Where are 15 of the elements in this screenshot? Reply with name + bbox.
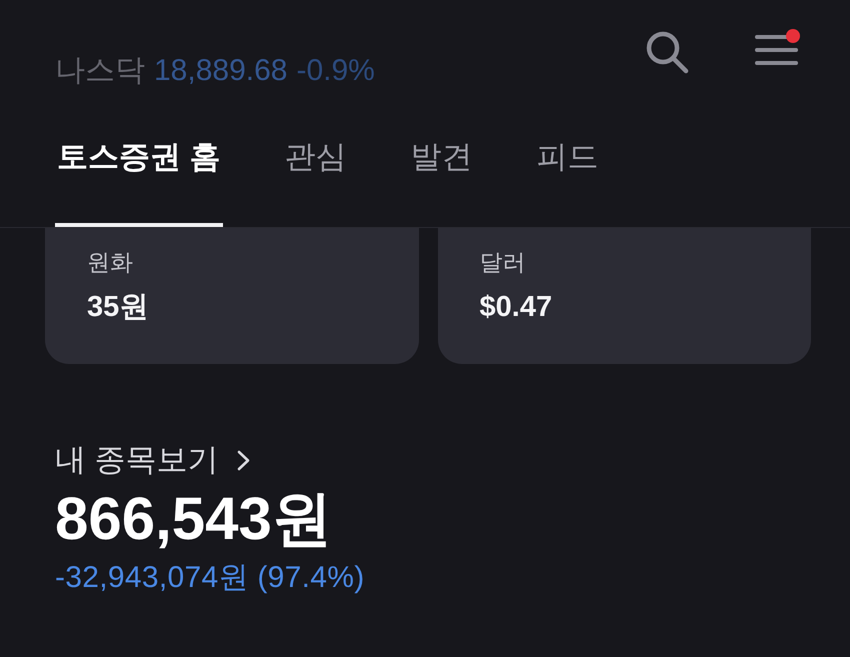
portfolio-total: 866,543원 xyxy=(55,486,332,552)
index-value: 18,889.68 xyxy=(154,54,288,88)
nav-tab[interactable]: 피드 xyxy=(534,119,601,227)
index-change: -0.9% xyxy=(296,54,375,88)
index-name: 나스닥 xyxy=(55,54,145,88)
search-icon xyxy=(644,29,690,75)
nav-tab[interactable]: 발견 xyxy=(408,119,475,227)
chevron-right-icon xyxy=(236,450,250,470)
my-stocks-link[interactable]: 내 종목보기 xyxy=(55,442,250,478)
currency-label: 원화 xyxy=(87,248,134,276)
currency-label: 달러 xyxy=(480,248,526,276)
balance-value: $0.47 xyxy=(480,290,554,324)
nav-tab[interactable]: 관심 xyxy=(282,119,349,227)
portfolio-change: -32,943,074원 (97.4%) xyxy=(55,560,365,596)
balance-value: 35원 xyxy=(87,290,150,324)
